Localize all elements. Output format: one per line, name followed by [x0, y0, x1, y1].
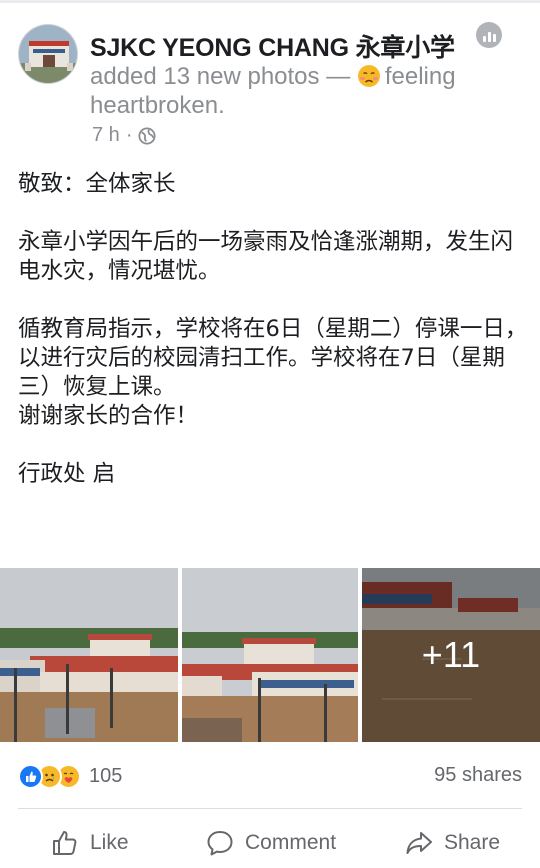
- post-salutation: 敬致：全体家长: [18, 171, 176, 197]
- post-signature: 行政处 启: [18, 461, 116, 487]
- page-avatar[interactable]: [18, 24, 78, 84]
- like-button[interactable]: Like: [50, 826, 129, 860]
- shares-count[interactable]: 95 shares: [434, 764, 522, 787]
- more-photos-overlay[interactable]: +11: [362, 568, 540, 742]
- share-button[interactable]: Share: [404, 826, 500, 860]
- post-paragraph-2: 循教育局指示，学校将在6日（星期二）停课一日，以进行灾后的校园清扫工作。学校将在…: [18, 316, 528, 400]
- reaction-count: 105: [89, 764, 123, 787]
- sad-face-emoji-icon: [357, 64, 381, 88]
- post-paragraph-1: 永章小学因午后的一场豪雨及恰逢涨潮期，发生闪电水灾，情况堪忧。: [18, 229, 514, 284]
- comment-button[interactable]: Comment: [205, 826, 336, 860]
- share-arrow-icon: [406, 832, 432, 854]
- thumbs-up-icon: [53, 831, 77, 855]
- like-reaction-icon: [18, 763, 43, 789]
- comment-icon: [207, 831, 233, 856]
- like-label: Like: [90, 831, 129, 854]
- post-meta: 7 h ·: [92, 124, 157, 147]
- photo-3[interactable]: +11: [362, 568, 540, 742]
- photo-1[interactable]: [0, 568, 178, 742]
- globe-icon[interactable]: [138, 126, 157, 145]
- post-action-text: added 13 new photos —: [90, 63, 357, 90]
- meta-separator: ·: [125, 124, 133, 146]
- top-separator: [0, 0, 540, 3]
- post-action-line: added 13 new photos — feeling heartbroke…: [90, 62, 500, 120]
- comment-label: Comment: [245, 831, 337, 854]
- photo-2[interactable]: [182, 568, 358, 742]
- action-divider: [18, 808, 522, 809]
- post-body: 敬致：全体家长 永章小学因午后的一场豪雨及恰逢涨潮期，发生闪电水灾，情况堪忧。 …: [18, 170, 528, 489]
- page-name[interactable]: SJKC YEONG CHANG 永章小学: [90, 28, 455, 64]
- photo-grid: +11: [0, 568, 540, 742]
- insights-icon[interactable]: [476, 22, 502, 48]
- share-label: Share: [444, 831, 501, 854]
- post-header: SJKC YEONG CHANG 永章小学 added 13 new photo…: [0, 10, 540, 150]
- post-paragraph-3: 谢谢家长的合作！: [18, 403, 199, 429]
- reactions-summary[interactable]: 105: [18, 762, 122, 790]
- post-time[interactable]: 7 h: [92, 124, 120, 147]
